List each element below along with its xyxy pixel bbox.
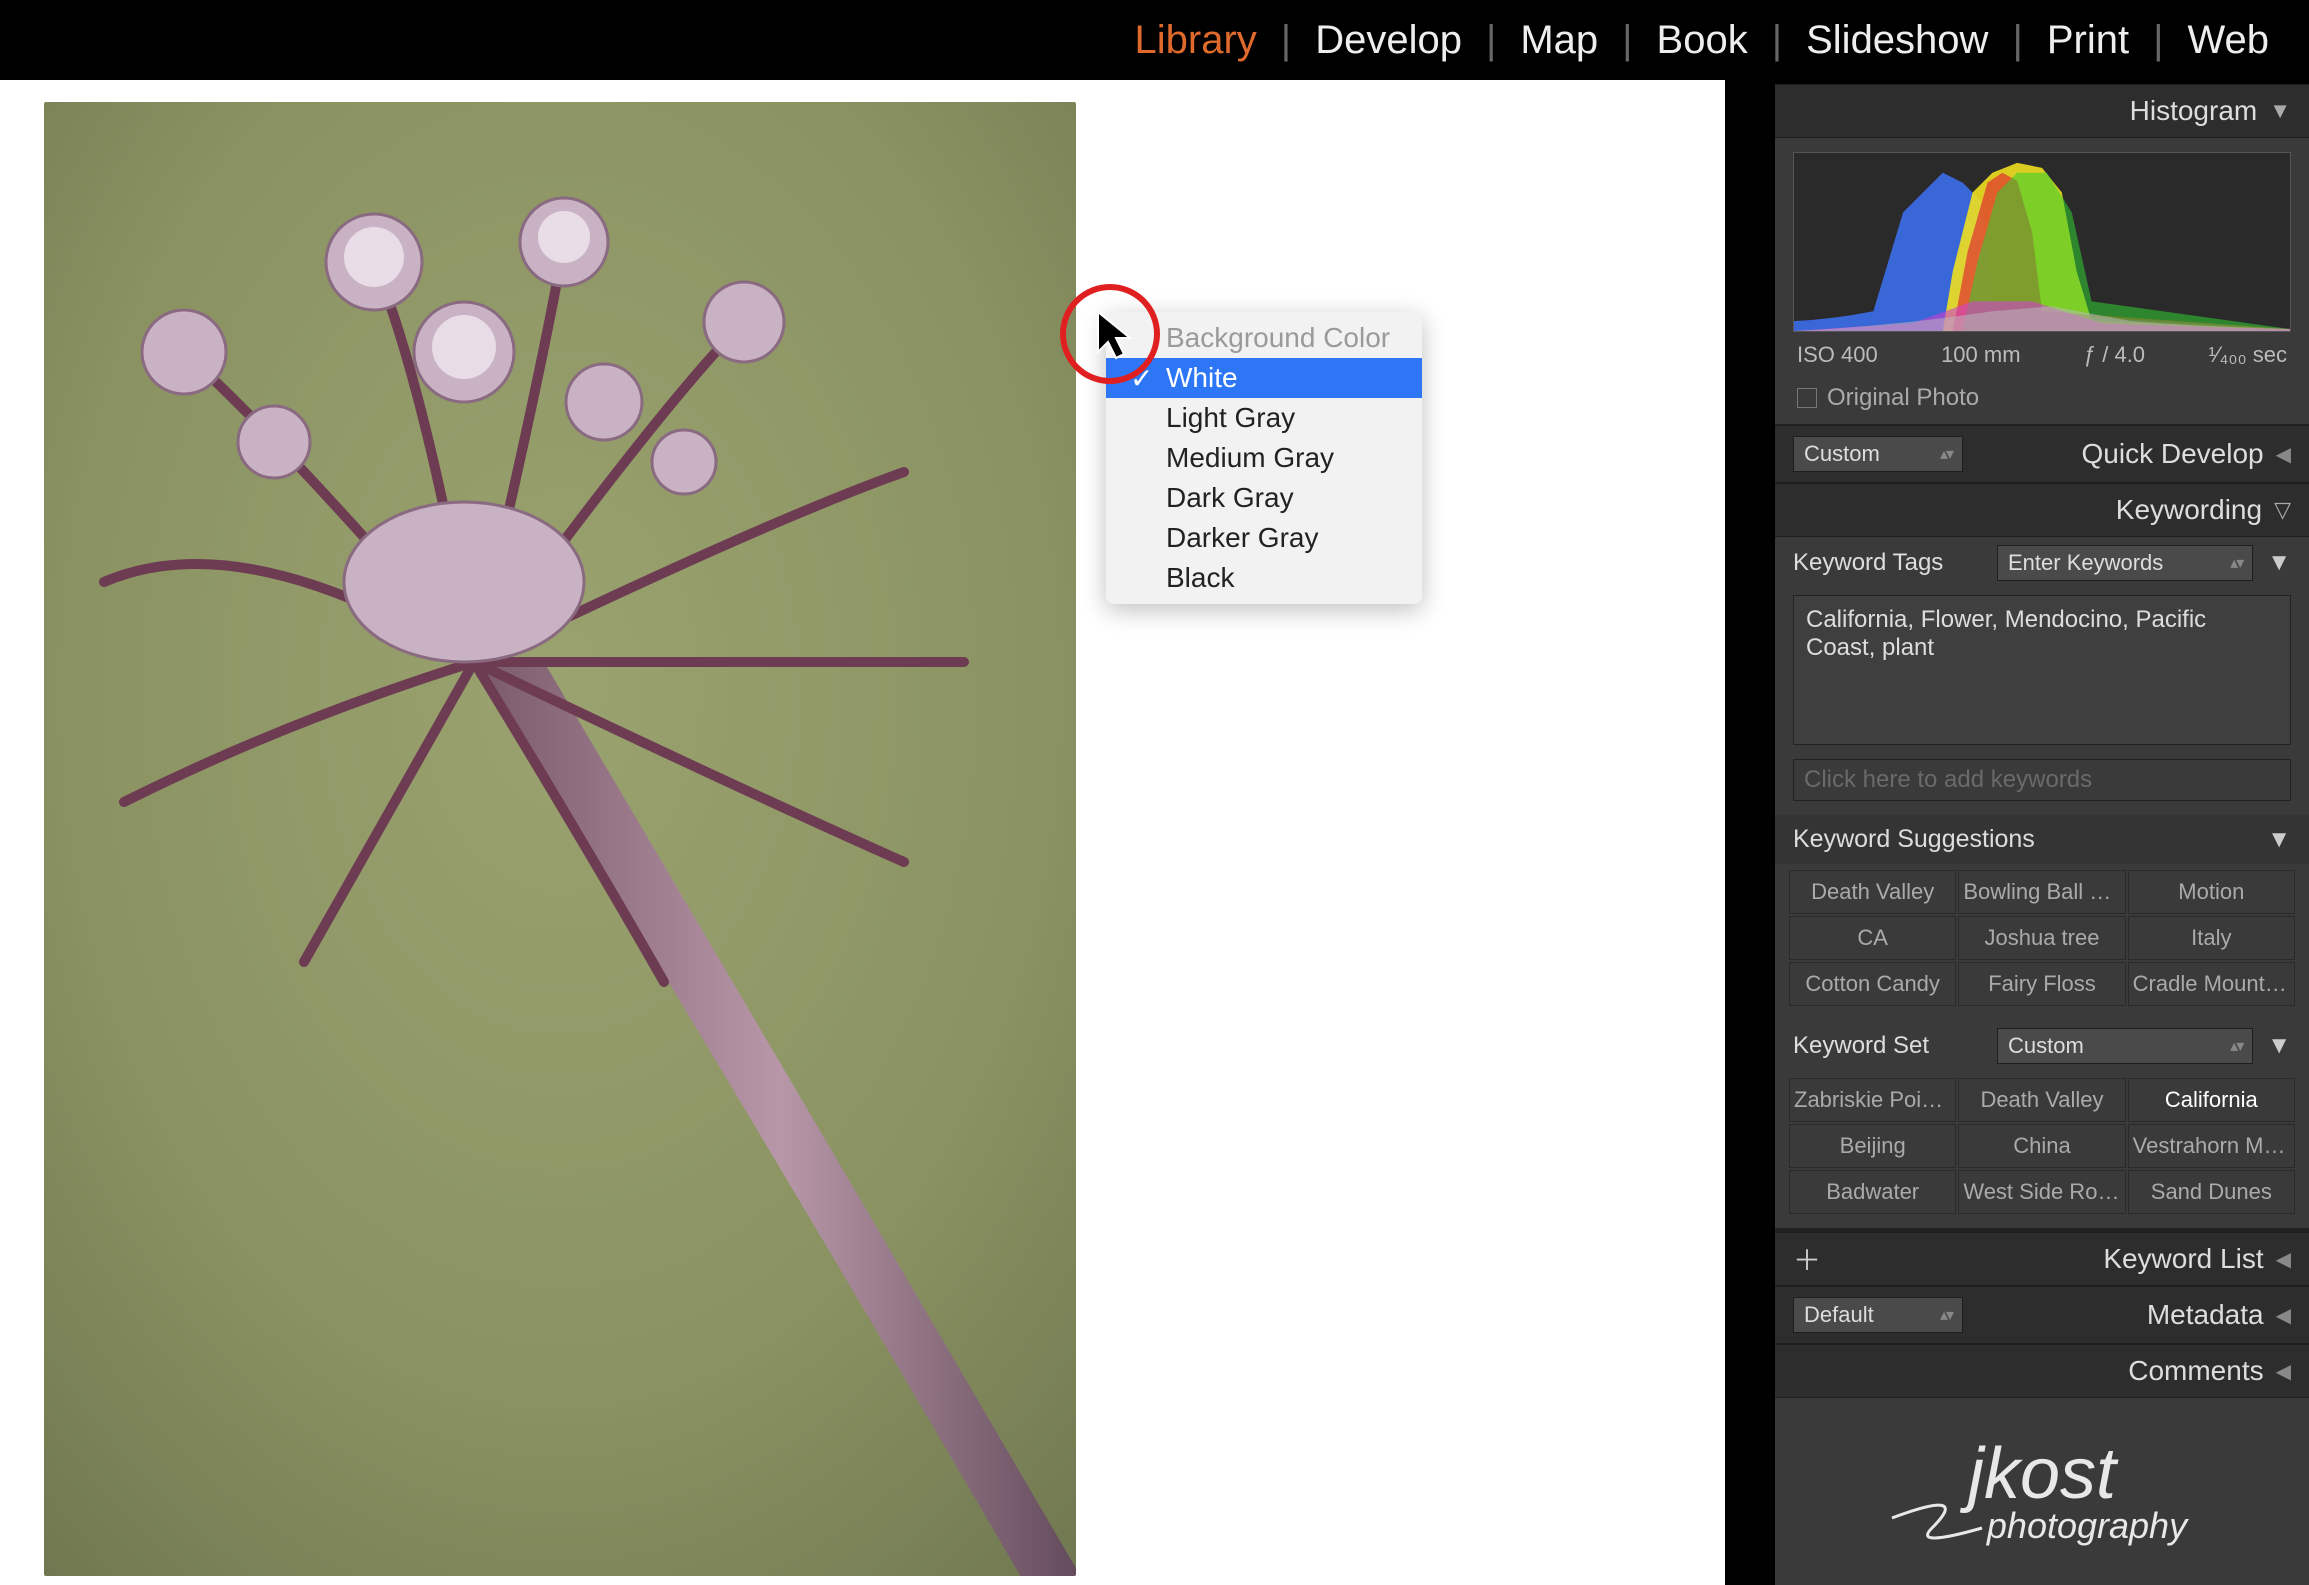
metadata-preset-dropdown[interactable]: Default▴▾ — [1793, 1297, 1963, 1333]
histogram-graph[interactable] — [1793, 152, 2291, 332]
panel-end-icon[interactable]: ◀ — [2276, 1359, 2291, 1384]
menu-item-dark-gray[interactable]: Dark Gray — [1106, 478, 1422, 518]
keyword-suggestion[interactable]: CA — [1789, 916, 1956, 960]
keyword-suggestion[interactable]: Death Valley — [1789, 870, 1956, 914]
keyword-set-label: Keyword Set — [1793, 1032, 1983, 1060]
keyword-suggestion[interactable]: Motion — [2128, 870, 2295, 914]
menu-item-medium-gray[interactable]: Medium Gray — [1106, 438, 1422, 478]
metadata-header[interactable]: Default▴▾ Metadata ◀ — [1775, 1286, 2309, 1344]
keyword-suggestion[interactable]: Joshua tree — [1958, 916, 2125, 960]
keyword-suggestion[interactable]: Cradle Mountain — [2128, 962, 2295, 1006]
keyword-tags-mode-dropdown[interactable]: Enter Keywords▴▾ — [1997, 545, 2253, 581]
updown-icon: ▴▾ — [2230, 553, 2242, 573]
keyword-suggestion[interactable]: Fairy Floss — [1958, 962, 2125, 1006]
keyword-set-item[interactable]: Death Valley — [1958, 1078, 2125, 1122]
module-slideshow[interactable]: Slideshow — [1786, 18, 2008, 63]
histogram-aperture: ƒ / 4.0 — [2084, 342, 2145, 368]
module-map[interactable]: Map — [1500, 18, 1618, 63]
histogram-panel: ISO 400 100 mm ƒ / 4.0 ¹⁄₄₀₀ sec — [1775, 138, 2309, 376]
keyword-set-item[interactable]: Sand Dunes — [2128, 1170, 2295, 1214]
menu-item-black[interactable]: Black — [1106, 558, 1422, 598]
quick-develop-preset-dropdown[interactable]: Custom▴▾ — [1793, 436, 1963, 472]
right-panel: Histogram ▼ ISO 400 100 mm ƒ / 4.0 ¹⁄₄₀₀… — [1775, 84, 2309, 1585]
disclosure-triangle-icon[interactable]: ▼ — [2267, 826, 2291, 854]
keyword-suggestion[interactable]: Italy — [2128, 916, 2295, 960]
module-book[interactable]: Book — [1637, 18, 1768, 63]
disclosure-triangle-icon[interactable]: ▼ — [2267, 1032, 2291, 1060]
add-keywords-input[interactable]: Click here to add keywords — [1793, 759, 2291, 801]
module-picker: Library| Develop| Map| Book| Slideshow| … — [0, 0, 2309, 80]
disclosure-triangle-icon[interactable]: ▽ — [2274, 497, 2291, 523]
keywording-header[interactable]: Keywording ▽ — [1775, 483, 2309, 537]
photo-preview — [44, 102, 1076, 1576]
cursor-icon — [1096, 310, 1140, 362]
menu-item-darker-gray[interactable]: Darker Gray — [1106, 518, 1422, 558]
disclosure-triangle-icon[interactable]: ▼ — [2267, 549, 2291, 577]
histogram-focal-length: 100 mm — [1941, 342, 2020, 368]
updown-icon: ▴▾ — [2230, 1036, 2242, 1056]
keyword-suggestion[interactable]: Bowling Ball B… — [1958, 870, 2125, 914]
add-keyword-button[interactable]: ＋ — [1793, 1245, 1821, 1273]
updown-icon: ▴▾ — [1940, 444, 1952, 464]
original-photo-toggle[interactable]: Original Photo — [1775, 376, 2309, 425]
keyword-set-item[interactable]: Beijing — [1789, 1124, 1956, 1168]
menu-item-light-gray[interactable]: Light Gray — [1106, 398, 1422, 438]
keyword-suggestions-grid: Death Valley Bowling Ball B… Motion CA J… — [1775, 864, 2309, 1020]
keyword-set-item[interactable]: West Side Road — [1958, 1170, 2125, 1214]
disclosure-triangle-icon[interactable]: ▼ — [2269, 98, 2291, 124]
loupe-canvas[interactable]: Background Color ✓White Light Gray Mediu… — [0, 80, 1725, 1585]
keyword-set-item[interactable]: California — [2128, 1078, 2295, 1122]
keyword-suggestions-header[interactable]: Keyword Suggestions ▼ — [1775, 815, 2309, 864]
module-develop[interactable]: Develop — [1295, 18, 1482, 63]
keyword-tags-field[interactable]: California, Flower, Mendocino, Pacific C… — [1793, 595, 2291, 745]
panel-end-icon[interactable]: ◀ — [2276, 1247, 2291, 1272]
svg-text:jkost: jkost — [1959, 1434, 2119, 1514]
keyword-set-grid: Zabriskie Point… Death Valley California… — [1775, 1072, 2309, 1228]
panel-end-icon[interactable]: ◀ — [2276, 442, 2291, 467]
updown-icon: ▴▾ — [1940, 1305, 1952, 1325]
keyword-suggestion[interactable]: Cotton Candy — [1789, 962, 1956, 1006]
keyword-set-item[interactable]: Zabriskie Point… — [1789, 1078, 1956, 1122]
comments-header[interactable]: Comments ◀ — [1775, 1344, 2309, 1398]
keyword-set-dropdown[interactable]: Custom▴▾ — [1997, 1028, 2253, 1064]
module-print[interactable]: Print — [2027, 18, 2149, 63]
histogram-iso: ISO 400 — [1797, 342, 1878, 368]
keyword-set-item[interactable]: China — [1958, 1124, 2125, 1168]
module-library[interactable]: Library — [1115, 18, 1277, 63]
keyword-set-item[interactable]: Badwater — [1789, 1170, 1956, 1214]
checkbox-icon[interactable] — [1797, 388, 1817, 408]
panel-end-icon[interactable]: ◀ — [2276, 1303, 2291, 1328]
quick-develop-header[interactable]: Custom▴▾ Quick Develop ◀ — [1775, 425, 2309, 483]
svg-text:photography: photography — [1986, 1505, 2189, 1546]
keyword-tags-label: Keyword Tags — [1793, 549, 1983, 577]
menu-item-white[interactable]: ✓White — [1106, 358, 1422, 398]
histogram-header[interactable]: Histogram ▼ — [1775, 84, 2309, 138]
identity-plate: jkost photography — [1775, 1398, 2309, 1575]
histogram-shutter: ¹⁄₄₀₀ sec — [2208, 342, 2287, 368]
keyword-set-item[interactable]: Vestrahorn Mo… — [2128, 1124, 2295, 1168]
module-web[interactable]: Web — [2167, 18, 2289, 63]
keyword-list-header[interactable]: ＋ Keyword List ◀ — [1775, 1232, 2309, 1286]
